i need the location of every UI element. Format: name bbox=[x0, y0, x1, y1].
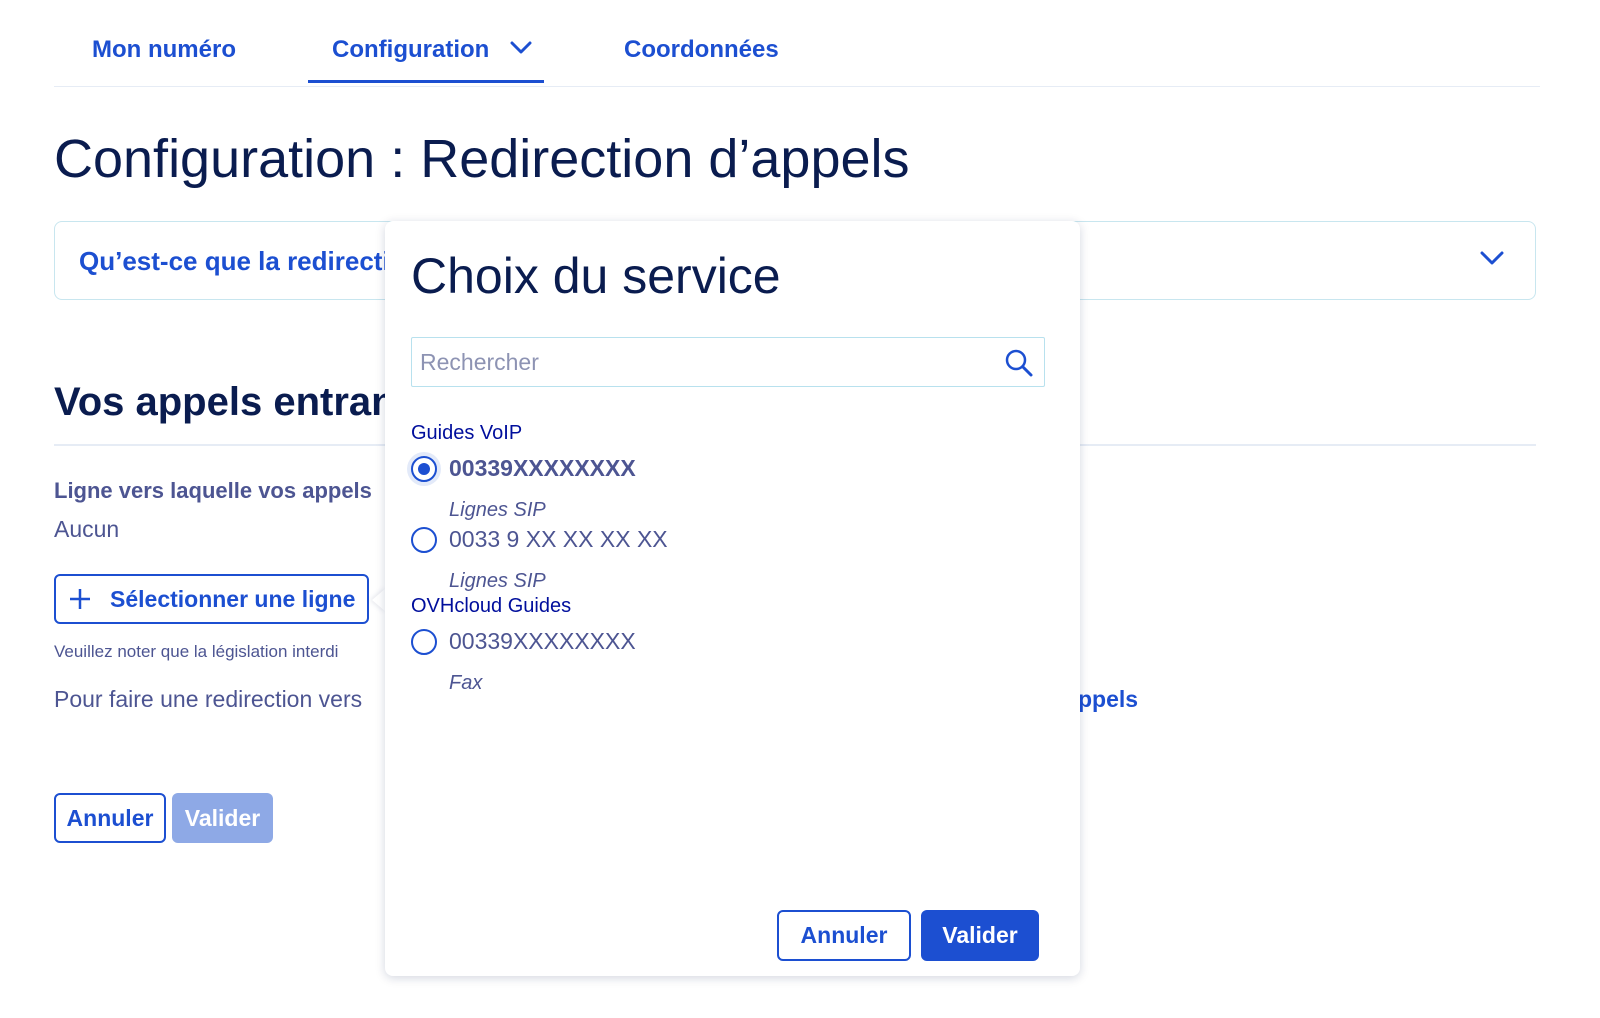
modal-cancel-button[interactable]: Annuler bbox=[777, 910, 911, 961]
plus-icon bbox=[70, 589, 90, 609]
search-box bbox=[411, 337, 1045, 387]
select-line-button[interactable]: Sélectionner une ligne bbox=[54, 574, 369, 624]
service-choice-modal: Choix du service Guides VoIP 00339XXXXXX… bbox=[385, 221, 1080, 976]
search-input[interactable] bbox=[412, 338, 992, 386]
option-number: 00339XXXXXXXX bbox=[449, 628, 636, 654]
option-number: 0033 9 XX XX XX XX bbox=[449, 526, 668, 552]
legal-notice: Veuillez noter que la législation interd… bbox=[54, 642, 339, 661]
tab-configuration-label: Configuration bbox=[332, 36, 490, 63]
option-number: 00339XXXXXXXX bbox=[449, 455, 636, 481]
search-icon[interactable] bbox=[1004, 348, 1034, 378]
page-title: Configuration : Redirection d’appels bbox=[54, 129, 910, 189]
option-type: Lignes SIP bbox=[449, 499, 546, 521]
option-type: Fax bbox=[449, 672, 483, 694]
cancel-button[interactable]: Annuler bbox=[54, 793, 166, 843]
radio-checked[interactable] bbox=[411, 456, 437, 482]
option-type: Lignes SIP bbox=[449, 570, 546, 592]
group-label: OVHcloud Guides bbox=[411, 595, 572, 617]
tab-bar: Mon numéro Configuration Coordonnées bbox=[54, 0, 1540, 87]
chevron-down-icon bbox=[1480, 251, 1504, 265]
select-line-label: Sélectionner une ligne bbox=[110, 586, 356, 612]
redirect-link[interactable]: ppels bbox=[1078, 686, 1138, 713]
validate-button[interactable]: Valider bbox=[172, 793, 273, 843]
service-option[interactable]: 0033 9 XX XX XX XX bbox=[411, 523, 1011, 559]
tab-configuration[interactable]: Configuration bbox=[332, 36, 532, 64]
radio-unchecked[interactable] bbox=[411, 527, 437, 553]
accordion-label: Qu’est-ce que la redirecti bbox=[79, 246, 390, 276]
group-label: Guides VoIP bbox=[411, 422, 523, 444]
tab-coordonnees[interactable]: Coordonnées bbox=[624, 36, 779, 64]
redirect-text: Pour faire une redirection vers bbox=[54, 686, 363, 712]
tab-mon-numero[interactable]: Mon numéro bbox=[92, 36, 236, 64]
modal-title: Choix du service bbox=[411, 248, 781, 304]
modal-validate-button[interactable]: Valider bbox=[921, 910, 1039, 961]
radio-unchecked[interactable] bbox=[411, 629, 437, 655]
service-option[interactable]: 00339XXXXXXXX bbox=[411, 625, 1011, 661]
chevron-down-icon bbox=[510, 41, 532, 54]
line-value: Aucun bbox=[54, 516, 120, 542]
service-option[interactable]: 00339XXXXXXXX bbox=[411, 452, 1011, 488]
active-tab-indicator bbox=[308, 80, 544, 83]
section-title: Vos appels entran bbox=[54, 380, 396, 424]
line-label: Ligne vers laquelle vos appels bbox=[54, 478, 372, 503]
popover-arrow bbox=[372, 588, 386, 612]
